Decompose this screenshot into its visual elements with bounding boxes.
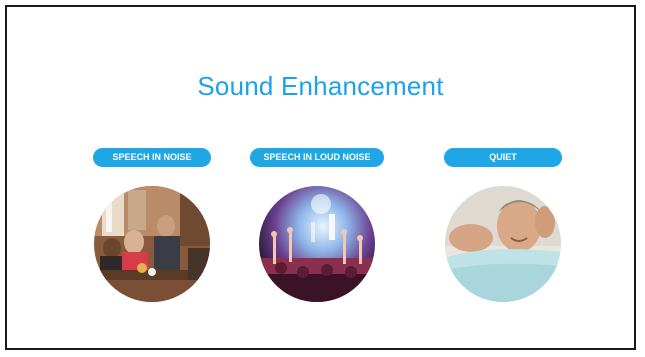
slide-title: Sound Enhancement — [197, 71, 444, 101]
scenario-label: SPEECH IN NOISE — [93, 148, 211, 167]
slide: Sound Enhancement SPEECH IN NOISE SPEECH… — [5, 5, 636, 350]
concert-crowd-photo — [259, 186, 375, 302]
scenario-label: QUIET — [444, 148, 562, 167]
relaxing-man-photo — [445, 186, 561, 302]
scenario-quiet: QUIET — [444, 148, 562, 302]
restaurant-crowd-photo — [94, 186, 210, 302]
scenario-speech-in-loud-noise: SPEECH IN LOUD NOISE — [250, 148, 384, 302]
scenario-speech-in-noise: SPEECH IN NOISE — [93, 148, 211, 302]
scenario-label: SPEECH IN LOUD NOISE — [250, 148, 384, 167]
